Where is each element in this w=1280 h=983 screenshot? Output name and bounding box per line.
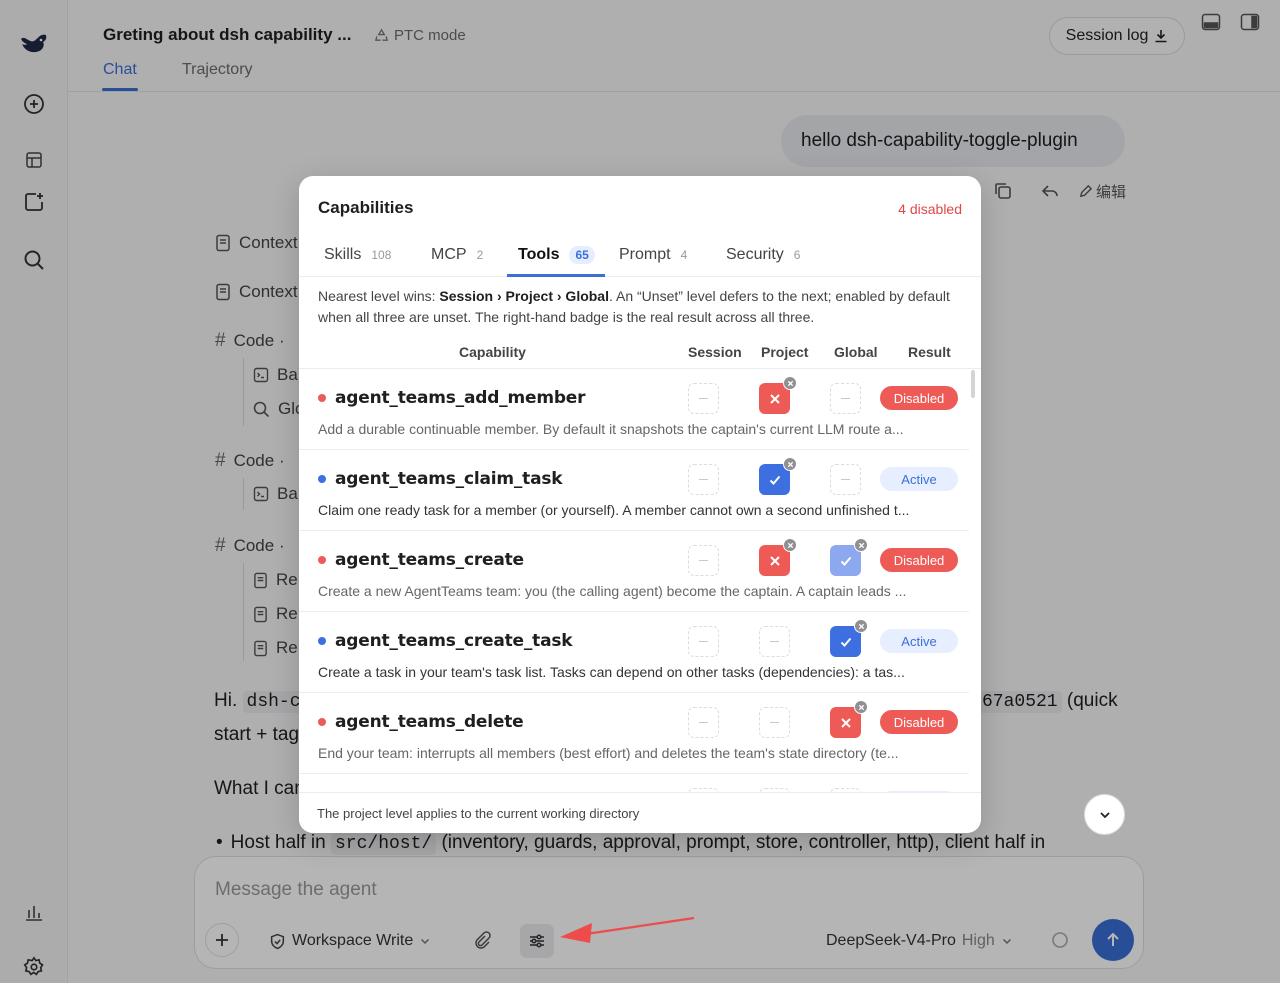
clear-override-icon[interactable]: [854, 538, 868, 552]
clear-override-icon[interactable]: [854, 619, 868, 633]
session-toggle[interactable]: [688, 707, 719, 738]
capability-description: End your team: interrupts all members (b…: [318, 745, 899, 761]
global-toggle[interactable]: [830, 700, 868, 738]
capability-name: agent_teams_create_task: [335, 631, 573, 651]
tab-skills[interactable]: Skills 108: [324, 246, 391, 264]
global-toggle[interactable]: [830, 538, 868, 576]
clear-override-icon[interactable]: [783, 457, 797, 471]
capability-tabs: Skills 108 MCP 2 Tools 65 Prompt 4 Security 6: [299, 236, 981, 277]
global-toggle[interactable]: [830, 619, 868, 657]
tab-label: Prompt: [619, 246, 671, 263]
disabled-count: 4 disabled: [898, 201, 962, 217]
cross-icon: [769, 393, 780, 404]
check-icon: [769, 475, 780, 485]
capability-row: agent_teams_delete Disabled End your team:…: [299, 693, 969, 774]
active-tab-indicator: [507, 274, 605, 277]
col-session: Session: [688, 344, 742, 360]
status-dot: [318, 556, 326, 564]
dialog-footer-note: The project level applies to the current…: [299, 792, 981, 833]
result-badge: Active: [880, 629, 958, 653]
project-toggle[interactable]: [759, 538, 797, 576]
tab-count: 4: [680, 248, 688, 262]
status-dot: [318, 475, 326, 483]
cross-icon: [840, 717, 851, 728]
capability-row-partial: [299, 774, 969, 792]
tab-label: Tools: [518, 246, 560, 263]
session-toggle[interactable]: [688, 626, 719, 657]
cross-icon: [769, 555, 780, 566]
global-toggle[interactable]: [830, 383, 861, 414]
session-toggle[interactable]: [688, 545, 719, 576]
capability-name: agent_teams_claim_task: [335, 469, 563, 489]
session-toggle[interactable]: [688, 383, 719, 414]
tab-mcp[interactable]: MCP 2: [431, 246, 483, 264]
project-toggle[interactable]: [759, 457, 797, 495]
capability-description: Create a task in your team's task list. …: [318, 664, 905, 680]
note-emphasis: Session › Project › Global: [439, 288, 609, 304]
tab-prompt[interactable]: Prompt 4: [619, 246, 687, 264]
check-icon: [840, 556, 851, 566]
capability-description: Add a durable continuable member. By def…: [318, 421, 904, 437]
capability-list: agent_teams_add_member Disabled Add a dura…: [299, 369, 969, 792]
tab-count: 108: [371, 248, 392, 262]
capability-row: agent_teams_add_member Disabled Add a dura…: [299, 369, 969, 450]
check-icon: [840, 637, 851, 647]
result-badge: Disabled: [880, 710, 958, 734]
annotation-arrow-icon: [560, 916, 695, 943]
session-toggle[interactable]: [688, 464, 719, 495]
dialog-title: Capabilities: [318, 198, 414, 217]
capability-name: agent_teams_delete: [335, 712, 524, 732]
col-result: Result: [908, 344, 951, 360]
tab-count: 6: [793, 248, 801, 262]
col-global: Global: [834, 344, 878, 360]
status-dot: [318, 637, 326, 645]
tab-count: 2: [476, 248, 484, 262]
tab-label: Security: [726, 246, 784, 263]
status-dot: [318, 718, 326, 726]
capability-row: agent_teams_create Disabled Create a new A…: [299, 531, 969, 612]
col-project: Project: [761, 344, 809, 360]
list-scrollbar[interactable]: [971, 370, 975, 398]
project-toggle[interactable]: [759, 626, 790, 657]
project-toggle[interactable]: [759, 707, 790, 738]
capability-row: agent_teams_claim_task Active Claim one re…: [299, 450, 969, 531]
capability-name: agent_teams_add_member: [335, 388, 586, 408]
capability-description: Claim one ready task for a member (or yo…: [318, 502, 910, 518]
clear-override-icon[interactable]: [854, 700, 868, 714]
tab-count: 65: [569, 246, 595, 264]
status-dot: [318, 394, 326, 402]
clear-override-icon[interactable]: [783, 376, 797, 390]
chevron-down-icon: [1099, 811, 1110, 818]
tab-label: MCP: [431, 246, 467, 263]
project-toggle[interactable]: [759, 376, 797, 414]
clear-override-icon[interactable]: [783, 538, 797, 552]
col-capability: Capability: [459, 344, 526, 360]
tab-security[interactable]: Security 6: [726, 246, 800, 264]
capabilities-dialog: Capabilities 4 disabled Skills 108 MCP 2 T…: [299, 176, 981, 833]
tab-label: Skills: [324, 246, 362, 263]
global-toggle[interactable]: [830, 464, 861, 495]
note-text: Nearest level wins:: [318, 288, 440, 304]
precedence-note: Nearest level wins: Session › Project › …: [318, 286, 968, 328]
capability-name: agent_teams_create: [335, 550, 524, 570]
result-badge: Disabled: [880, 548, 958, 572]
capability-description: Create a new AgentTeams team: you (the c…: [318, 583, 907, 599]
capability-row: agent_teams_create_task Active Create a ta…: [299, 612, 969, 693]
result-badge: Active: [880, 467, 958, 491]
scroll-to-bottom-button[interactable]: [1084, 794, 1125, 835]
tab-tools[interactable]: Tools 65: [518, 246, 595, 264]
result-badge: Disabled: [880, 386, 958, 410]
